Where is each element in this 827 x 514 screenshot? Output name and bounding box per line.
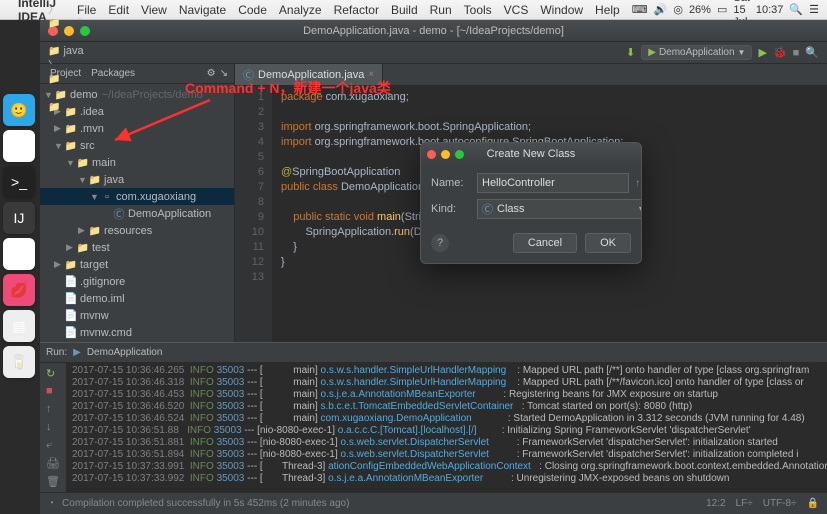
menu-navigate[interactable]: Navigate xyxy=(179,3,226,17)
tree-row[interactable]: ▶test xyxy=(40,239,234,256)
sidebar-header: Project Packages ⚙ ↘ xyxy=(40,64,234,84)
kind-select[interactable]: Ⓒ Class ▼ xyxy=(477,199,642,219)
dialog-minimize-button[interactable] xyxy=(441,150,450,159)
build-status-indicator: ◔ xyxy=(48,498,54,509)
tree-row[interactable]: ▶.idea xyxy=(40,103,234,120)
project-tree[interactable]: ▼demo ~/IdeaProjects/demo▶.idea▶.mvn▼src… xyxy=(40,84,234,342)
lock-icon[interactable]: 🔒 xyxy=(807,498,819,509)
stop-icon[interactable]: ■ xyxy=(793,47,800,59)
dock-chrome[interactable]: ◉ xyxy=(3,130,35,162)
tree-row[interactable]: 📄.gitignore xyxy=(40,273,234,290)
down-icon[interactable]: ↓ xyxy=(46,421,60,435)
name-label: Name: xyxy=(431,177,471,189)
name-input[interactable] xyxy=(477,173,629,193)
gear-icon[interactable]: ⚙ xyxy=(207,68,216,79)
dialog-overlay: Create New Class Name: ↑↓ Kind: Ⓒ Class … xyxy=(235,64,827,342)
tree-row[interactable]: 📄mvnw xyxy=(40,307,234,324)
window-maximize-button[interactable] xyxy=(80,26,90,36)
time-label[interactable]: 10:37 xyxy=(756,4,784,16)
create-class-dialog: Create New Class Name: ↑↓ Kind: Ⓒ Class … xyxy=(420,142,642,264)
menu-window[interactable]: Window xyxy=(540,3,583,17)
run-icon[interactable]: ▶ xyxy=(758,46,766,59)
ide-window: DemoApplication.java - demo - [~/IdeaPro… xyxy=(40,20,827,514)
dialog-titlebar: Create New Class xyxy=(421,143,641,165)
stop-icon[interactable]: ■ xyxy=(46,385,60,399)
tree-row[interactable]: 📄mvnw.cmd xyxy=(40,324,234,341)
dock-finder[interactable]: 🙂 xyxy=(3,94,35,126)
status-message: Compilation completed successfully in 5s… xyxy=(62,498,349,509)
tree-row[interactable]: ▼main xyxy=(40,154,234,171)
tree-row[interactable]: ▼demo ~/IdeaProjects/demo xyxy=(40,86,234,103)
trash-icon[interactable]: 🗑 xyxy=(46,475,60,489)
line-separator[interactable]: LF÷ xyxy=(736,498,753,509)
window-title: DemoApplication.java - demo - [~/IdeaPro… xyxy=(303,25,564,37)
dock-preview[interactable]: ▤ xyxy=(3,310,35,342)
tree-row[interactable]: ▼java xyxy=(40,171,234,188)
tree-row[interactable]: ⒸDemoApplication xyxy=(40,205,234,222)
status-bar: ◔ Compilation completed successfully in … xyxy=(40,492,827,514)
run-label: Run: xyxy=(46,347,67,358)
print-icon[interactable]: 🖨 xyxy=(46,457,60,471)
tree-row[interactable]: ▼com.xugaoxiang xyxy=(40,188,234,205)
debug-icon[interactable]: 🐞 xyxy=(773,46,787,59)
menu-help[interactable]: Help xyxy=(595,3,620,17)
wrap-icon[interactable]: ⤶ xyxy=(46,439,60,453)
search-icon[interactable]: 🔍 xyxy=(805,46,819,59)
main-area: Project Packages ⚙ ↘ ▼demo ~/IdeaProject… xyxy=(40,64,827,342)
up-icon[interactable]: ↑ xyxy=(46,403,60,417)
ok-button[interactable]: OK xyxy=(585,233,631,253)
run-panel: Run: ▶ DemoApplication ↻ ■ ↑ ↓ ⤶ 🖨 🗑 201… xyxy=(40,342,827,492)
dock-textedit[interactable]: T xyxy=(3,238,35,270)
window-minimize-button[interactable] xyxy=(64,26,74,36)
battery-indicator[interactable]: 26% xyxy=(689,4,711,16)
battery-icon: ▭ xyxy=(717,3,727,16)
window-titlebar: DemoApplication.java - demo - [~/IdeaPro… xyxy=(40,20,827,42)
rerun-icon[interactable]: ↻ xyxy=(46,367,60,381)
dialog-close-button[interactable] xyxy=(427,150,436,159)
run-config-selector[interactable]: ▶ DemoApplication ▼ xyxy=(641,45,752,60)
menu-run[interactable]: Run xyxy=(430,3,452,17)
wifi-icon[interactable]: ◎ xyxy=(673,3,683,16)
menu-build[interactable]: Build xyxy=(391,3,418,17)
breadcrumb-bar: demo〉 src〉 main〉 java〉 com〉 xugaoxiang〉Ⓒ… xyxy=(40,42,827,64)
dock-terminal[interactable]: >_ xyxy=(3,166,35,198)
notifications-icon[interactable]: ☰ xyxy=(809,3,819,16)
breadcrumb-item[interactable]: src xyxy=(48,0,145,1)
tree-row[interactable]: ▶.mvn xyxy=(40,120,234,137)
editor-area: Ⓒ DemoApplication.java × 123456789101112… xyxy=(235,64,827,342)
run-toolbar: ↻ ■ ↑ ↓ ⤶ 🖨 🗑 xyxy=(40,363,66,492)
console-output[interactable]: 2017-07-15 10:36:46.265 INFO 35003 --- [… xyxy=(66,363,827,492)
run-header: Run: ▶ DemoApplication xyxy=(40,343,827,363)
project-sidebar: Project Packages ⚙ ↘ ▼demo ~/IdeaProject… xyxy=(40,64,235,342)
cancel-button[interactable]: Cancel xyxy=(513,233,577,253)
tree-row[interactable]: ▶resources xyxy=(40,222,234,239)
dock-intellij[interactable]: IJ xyxy=(3,202,35,234)
menu-refactor[interactable]: Refactor xyxy=(334,3,379,17)
dialog-maximize-button[interactable] xyxy=(455,150,464,159)
breadcrumb-item[interactable]: java xyxy=(48,45,145,57)
caret-position[interactable]: 12:2 xyxy=(706,498,725,509)
sort-icon[interactable]: ↑↓ xyxy=(635,178,642,189)
macos-dock: 🙂 ◉ >_ IJ T 💋 ▤ 🥛 xyxy=(0,90,40,382)
kind-label: Kind: xyxy=(431,203,471,215)
menu-tools[interactable]: Tools xyxy=(464,3,492,17)
tab-packages[interactable]: Packages xyxy=(87,67,139,80)
run-config-name: DemoApplication xyxy=(87,347,163,358)
volume-icon[interactable]: 🔊 xyxy=(654,3,668,16)
menu-vcs[interactable]: VCS xyxy=(504,3,529,17)
keyboard-icon[interactable]: ⌨ xyxy=(632,3,648,16)
tree-row[interactable]: ▼src xyxy=(40,137,234,154)
tree-row[interactable]: ▶target xyxy=(40,256,234,273)
dock-cup[interactable]: 🥛 xyxy=(3,346,35,378)
tree-row[interactable]: 📄demo.iml xyxy=(40,290,234,307)
make-icon[interactable]: ⬇ xyxy=(626,46,635,59)
collapse-icon[interactable]: ↘ xyxy=(220,68,228,79)
file-encoding[interactable]: UTF-8÷ xyxy=(763,498,797,509)
dock-lips[interactable]: 💋 xyxy=(3,274,35,306)
spotlight-icon[interactable]: 🔍 xyxy=(789,3,803,16)
help-icon[interactable]: ? xyxy=(431,234,449,252)
menu-code[interactable]: Code xyxy=(238,3,267,17)
menu-analyze[interactable]: Analyze xyxy=(279,3,322,17)
dialog-title: Create New Class xyxy=(487,148,576,160)
